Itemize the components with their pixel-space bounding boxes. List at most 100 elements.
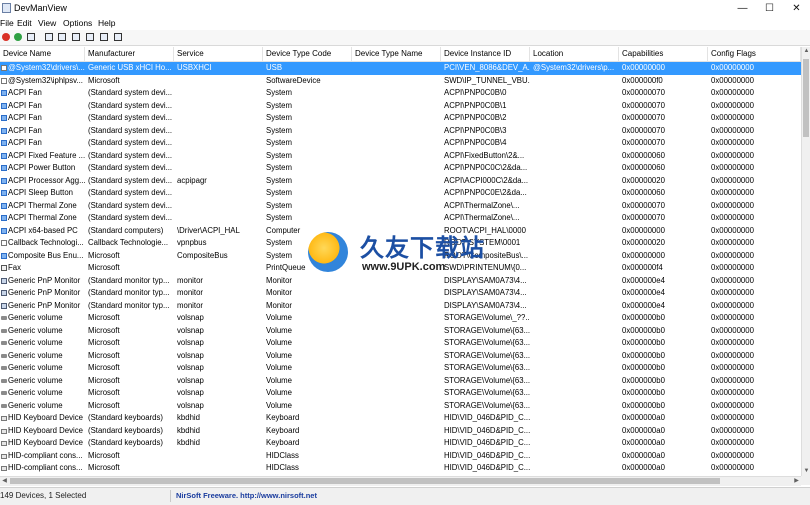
- menu-help[interactable]: Help: [98, 18, 115, 28]
- column-device-instance-id[interactable]: Device Instance ID: [441, 47, 530, 61]
- cell-location: [530, 225, 619, 238]
- cell-device-type-code: Volume: [266, 313, 293, 322]
- cell-location: [530, 375, 619, 388]
- table-row[interactable]: Generic volume Microsoft volsnap Volume STOR…: [0, 400, 801, 413]
- table-row[interactable]: Generic volume Microsoft volsnap Volume STOR…: [0, 387, 801, 400]
- cell-location: [530, 325, 619, 338]
- cell-config-flags: 0x00000000: [711, 113, 754, 122]
- table-row[interactable]: HID Keyboard Device (Standard keyboards) k…: [0, 437, 801, 450]
- cell-device-type-name: [352, 62, 441, 75]
- save-icon[interactable]: [45, 33, 53, 41]
- table-row[interactable]: @System32\iphlpsv... Microsoft SoftwareDev…: [0, 75, 801, 88]
- cell-device-type-code: HIDClass: [266, 450, 299, 460]
- cell-location: [530, 75, 619, 88]
- table-row[interactable]: @System32\drivers\... Generic USB xHCI Ho…: [0, 62, 801, 75]
- table-row[interactable]: ACPI Thermal Zone (Standard system devi..…: [0, 212, 801, 225]
- table-row[interactable]: Generic volume Microsoft volsnap Volume STOR…: [0, 375, 801, 388]
- cell-device-type-code: System: [266, 88, 292, 97]
- vertical-scroll-thumb[interactable]: [803, 59, 809, 137]
- column-manufacturer[interactable]: Manufacturer: [85, 47, 174, 61]
- maximize-button[interactable]: ☐: [756, 0, 783, 17]
- cell-device-instance-id: ACPI\PNP0C0E\2&da...: [444, 188, 527, 197]
- cell-device-type-code: System: [266, 188, 292, 197]
- table-row[interactable]: ACPI Fan (Standard system devi... System AC…: [0, 125, 801, 138]
- table-row[interactable]: ACPI Thermal Zone (Standard system devi..…: [0, 200, 801, 213]
- cell-location: [530, 112, 619, 125]
- table-row[interactable]: Generic volume Microsoft volsnap Volume STOR…: [0, 362, 801, 375]
- html-report-icon[interactable]: [86, 33, 94, 41]
- table-row[interactable]: Generic PnP Monitor (Standard monitor typ…: [0, 287, 801, 300]
- cell-manufacturer: Microsoft: [88, 375, 120, 385]
- cell-manufacturer: Microsoft: [88, 450, 120, 460]
- cell-capabilities: 0x000000f0: [622, 75, 663, 85]
- cell-manufacturer: Microsoft: [88, 350, 120, 360]
- properties-icon[interactable]: [27, 33, 35, 41]
- cell-device-type-name: [352, 300, 441, 313]
- table-row[interactable]: Generic volume Microsoft volsnap Volume STOR…: [0, 350, 801, 363]
- nirsoft-link[interactable]: NirSoft Freeware. http://www.nirsoft.net: [176, 491, 317, 500]
- table-row[interactable]: ACPI Fan (Standard system devi... System AC…: [0, 100, 801, 113]
- table-row[interactable]: ACPI Fan (Standard system devi... System AC…: [0, 112, 801, 125]
- cell-capabilities: 0x000000e4: [622, 288, 665, 297]
- cell-capabilities: 0x00000070: [622, 113, 665, 122]
- column-capabilities[interactable]: Capabilities: [619, 47, 708, 61]
- minimize-button[interactable]: —: [729, 0, 756, 17]
- find-icon[interactable]: [100, 33, 108, 41]
- cell-capabilities: 0x000000a0: [622, 413, 665, 422]
- column-config-flags[interactable]: Config Flags: [708, 47, 801, 61]
- table-row[interactable]: HID Keyboard Device (Standard keyboards) k…: [0, 412, 801, 425]
- scroll-right-icon[interactable]: ▶: [792, 477, 801, 486]
- menu-options[interactable]: Options: [63, 18, 92, 28]
- cell-location: [530, 187, 619, 200]
- menu-view[interactable]: View: [38, 18, 56, 28]
- table-row[interactable]: Generic PnP Monitor (Standard monitor typ…: [0, 300, 801, 313]
- cell-device-name: Generic PnP Monitor: [8, 288, 81, 297]
- table-row[interactable]: ACPI Processor Agg... (Standard system de…: [0, 175, 801, 188]
- cell-service: monitor: [177, 288, 203, 297]
- menu-edit[interactable]: Edit: [17, 18, 32, 28]
- table-row[interactable]: HID-compliant cons... Microsoft HIDClass HI…: [0, 450, 801, 463]
- cell-device-name: Generic volume: [8, 375, 63, 385]
- column-service[interactable]: Service: [174, 47, 263, 61]
- cell-capabilities: 0x000000a0: [622, 425, 665, 435]
- cell-device-type-code: System: [266, 113, 292, 122]
- vertical-scrollbar[interactable]: ▲ ▼: [801, 47, 810, 476]
- enable-icon[interactable]: [14, 33, 22, 41]
- column-location[interactable]: Location: [530, 47, 619, 61]
- table-row[interactable]: ACPI Fixed Feature ... (Standard system d…: [0, 150, 801, 163]
- cell-service: [174, 75, 263, 88]
- table-row[interactable]: Generic volume Microsoft volsnap Volume STOR…: [0, 312, 801, 325]
- cell-device-type-code: Volume: [266, 325, 293, 335]
- cell-service: [174, 212, 263, 225]
- menu-file[interactable]: File: [0, 18, 14, 28]
- cell-device-name: HID Keyboard Device: [8, 438, 83, 447]
- column-device-name[interactable]: Device Name: [0, 47, 85, 61]
- table-row[interactable]: ACPI Fan (Standard system devi... System AC…: [0, 137, 801, 150]
- cell-device-instance-id: HID\VID_046D&PID_C...: [444, 425, 530, 435]
- scroll-up-icon[interactable]: ▲: [802, 47, 810, 56]
- copy-icon[interactable]: [72, 33, 80, 41]
- table-row[interactable]: HID Keyboard Device (Standard keyboards) k…: [0, 425, 801, 438]
- table-row[interactable]: HID-compliant cons... Microsoft HIDClass HI…: [0, 462, 801, 475]
- table-row[interactable]: ACPI Power Button (Standard system devi..…: [0, 162, 801, 175]
- table-row[interactable]: Generic volume Microsoft volsnap Volume STOR…: [0, 325, 801, 338]
- cell-location: [530, 387, 619, 400]
- table-row[interactable]: Generic volume Microsoft volsnap Volume STOR…: [0, 337, 801, 350]
- horizontal-scrollbar[interactable]: ◀ ▶: [0, 476, 801, 486]
- exit-icon[interactable]: [114, 33, 122, 41]
- scroll-left-icon[interactable]: ◀: [0, 477, 9, 486]
- table-row[interactable]: ACPI Fan (Standard system devi... System AC…: [0, 87, 801, 100]
- status-divider: [170, 490, 171, 502]
- disable-icon[interactable]: [2, 33, 10, 41]
- column-device-type-code[interactable]: Device Type Code: [263, 47, 352, 61]
- table-row[interactable]: ACPI Sleep Button (Standard system devi..…: [0, 187, 801, 200]
- cell-device-name: Generic volume: [8, 338, 63, 347]
- close-button[interactable]: ✕: [783, 0, 810, 17]
- cell-device-name: ACPI Fan: [8, 138, 42, 147]
- cell-config-flags: 0x00000000: [711, 250, 754, 260]
- cell-config-flags: 0x00000000: [711, 200, 754, 210]
- column-device-type-name[interactable]: Device Type Name: [352, 47, 441, 61]
- refresh-icon[interactable]: [58, 33, 66, 41]
- scroll-down-icon[interactable]: ▼: [802, 467, 810, 476]
- horizontal-scroll-thumb[interactable]: [10, 478, 720, 484]
